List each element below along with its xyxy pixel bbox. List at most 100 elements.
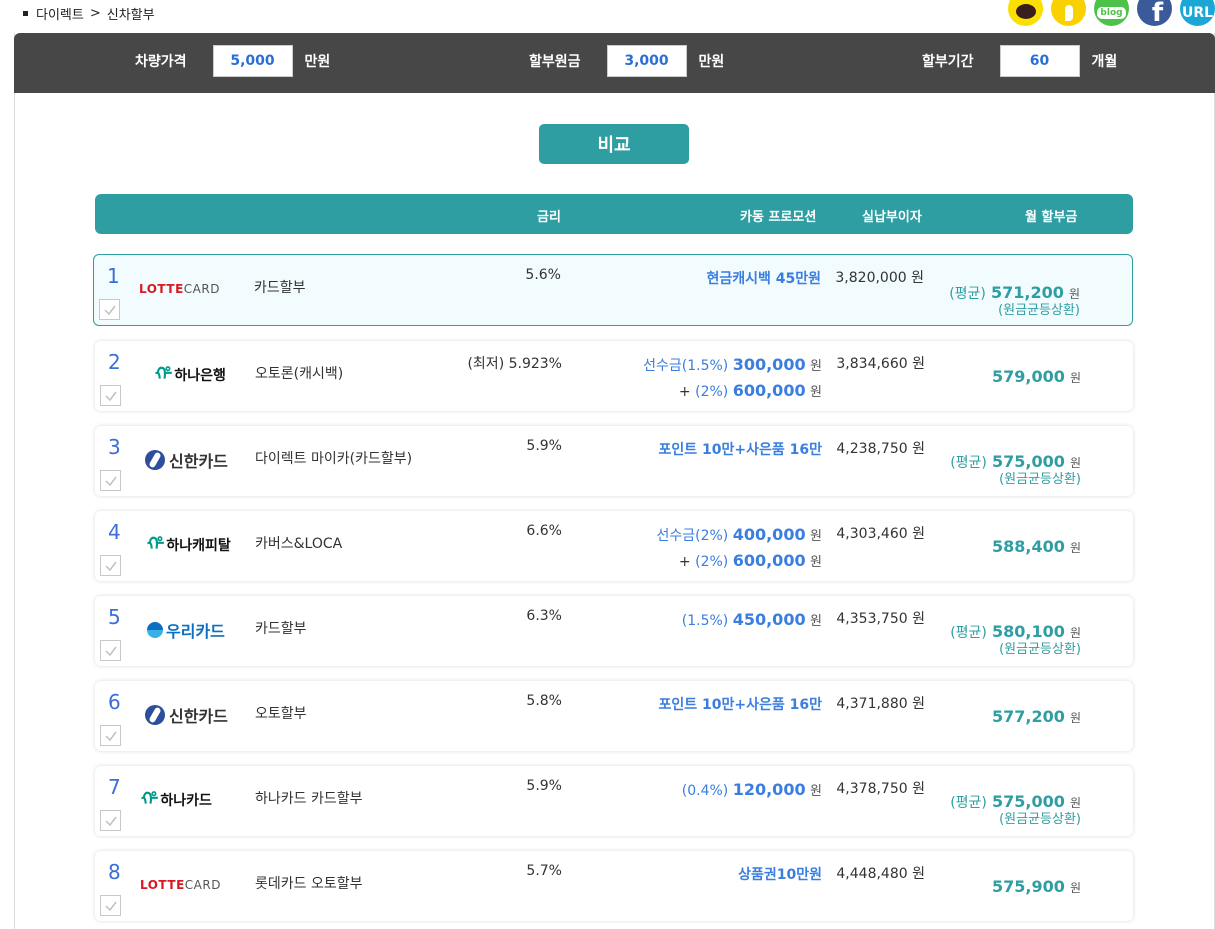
product-name[interactable]: 롯데카드 오토할부 xyxy=(255,873,363,893)
product-name[interactable]: 오토론(캐시백) xyxy=(255,363,343,383)
monthly-payment: 579,000 원 xyxy=(991,367,1081,386)
row-number: 1 xyxy=(107,264,120,288)
monthly-payment: (평균) 575,000 원 (원금균등상환) xyxy=(950,792,1081,827)
monthly-payment: (평균) 580,100 원 (원금균등상환) xyxy=(950,622,1081,657)
term-input[interactable]: 60 xyxy=(999,45,1080,77)
table-row[interactable]: 7 ᡥ 하나카드 하나카드 카드할부 5.9% (0.4%) 120,000 원 … xyxy=(95,766,1133,836)
monthly-payment: 575,900 원 xyxy=(991,877,1081,896)
car-price-field: 차량가격 5,000 만원 xyxy=(135,45,330,77)
promotion: 포인트 10만+사은품 16만 xyxy=(658,442,822,458)
promotion: 현금캐시백 45만원 xyxy=(706,271,821,287)
monthly-payment: (평균) 575,000 원 (원금균등상환) xyxy=(950,452,1081,487)
bullet-icon xyxy=(23,11,28,16)
facebook-icon[interactable]: f xyxy=(1137,0,1172,26)
product-name[interactable]: 하나카드 카드할부 xyxy=(255,788,363,808)
product-name[interactable]: 카드할부 xyxy=(254,277,306,297)
promotion: (1.5%) 450,000 원 xyxy=(681,610,822,629)
shinhancard-logo: 신한카드 xyxy=(145,448,228,472)
promotion: (0.4%) 120,000 원 xyxy=(681,780,822,799)
row-number: 3 xyxy=(108,435,121,459)
monthly-payment: (평균) 571,200 원 (원금균등상환) xyxy=(949,283,1080,318)
url-icon[interactable]: URL xyxy=(1180,0,1215,26)
product-name[interactable]: 카드할부 xyxy=(255,618,307,638)
promotion: 상품권10만원 xyxy=(738,867,822,883)
total-interest: 4,371,880 원 xyxy=(836,696,925,712)
wooricard-logo: 우리카드 xyxy=(147,618,225,642)
term-unit: 개월 xyxy=(1091,54,1118,70)
promotion: 선수금(2%) 400,000 원 + (2%) 600,000 원 xyxy=(656,525,822,570)
table-row[interactable]: 5 우리카드 카드할부 6.3% (1.5%) 450,000 원 4,353,… xyxy=(95,596,1133,666)
header-interest: 실납부이자 xyxy=(862,210,922,225)
kakaotalk-icon[interactable] xyxy=(1008,0,1043,26)
row-number: 7 xyxy=(108,775,121,799)
row-checkbox[interactable] xyxy=(100,895,121,916)
row-checkbox[interactable] xyxy=(100,555,121,576)
breadcrumb-separator: > xyxy=(89,6,101,21)
hanacapital-logo: ᡥ 하나캐피탈 xyxy=(147,534,231,555)
header-monthly: 월 할부금 xyxy=(1025,210,1078,225)
monthly-payment: 588,400 원 xyxy=(991,537,1081,556)
row-number: 8 xyxy=(108,860,121,884)
total-interest: 3,834,660 원 xyxy=(836,356,925,372)
table-row[interactable]: 3 신한카드 다이렉트 마이카(카드할부) 5.9% 포인트 10만+사은품 1… xyxy=(95,426,1133,496)
row-checkbox[interactable] xyxy=(100,725,121,746)
interest-rate: 5.6% xyxy=(525,267,561,283)
row-number: 5 xyxy=(108,605,121,629)
interest-rate: 6.6% xyxy=(526,523,562,539)
table-row[interactable]: 8 LOTTECARD 롯데카드 오토할부 5.7% 상품권10만원 4,448… xyxy=(95,851,1133,921)
monthly-payment: 577,200 원 xyxy=(991,707,1081,726)
hanacard-logo: ᡥ 하나카드 xyxy=(141,789,212,810)
table-row[interactable]: 6 신한카드 오토할부 5.8% 포인트 10만+사은품 16만 4,371,8… xyxy=(95,681,1133,751)
total-interest: 3,820,000 원 xyxy=(835,270,924,286)
row-checkbox[interactable] xyxy=(99,299,120,320)
row-number: 2 xyxy=(108,350,121,374)
interest-rate: 6.3% xyxy=(526,608,562,624)
total-interest: 4,353,750 원 xyxy=(836,611,925,627)
total-interest: 4,448,480 원 xyxy=(836,866,925,882)
interest-rate: 5.8% xyxy=(526,693,562,709)
product-name[interactable]: 오토할부 xyxy=(255,703,307,723)
product-name[interactable]: 다이렉트 마이카(카드할부) xyxy=(255,448,412,468)
lottecard-logo: LOTTECARD xyxy=(140,878,221,892)
principal-unit: 만원 xyxy=(698,54,725,70)
breadcrumb-home[interactable]: 다이렉트 xyxy=(36,4,84,23)
principal-field: 할부원금 3,000 만원 xyxy=(529,45,724,77)
car-price-label: 차량가격 xyxy=(135,54,187,70)
principal-input[interactable]: 3,000 xyxy=(606,45,687,77)
header-promo: 카동 프로모션 xyxy=(740,210,817,225)
hanabank-logo: ᡥ 하나은행 xyxy=(155,364,226,385)
car-price-unit: 만원 xyxy=(304,54,331,70)
total-interest: 4,238,750 원 xyxy=(836,441,925,457)
row-checkbox[interactable] xyxy=(100,810,121,831)
interest-rate: (최저) 5.923% xyxy=(467,356,562,372)
promotion: 포인트 10만+사은품 16만 xyxy=(658,697,822,713)
share-icons: blog f URL xyxy=(1008,0,1215,35)
breadcrumb-current: 신차할부 xyxy=(106,8,155,23)
table-row[interactable]: 2 ᡥ 하나은행 오토론(캐시백) (최저) 5.923% 선수금(1.5%) 3… xyxy=(95,341,1133,411)
shinhancard-logo: 신한카드 xyxy=(145,703,228,727)
input-bar: 차량가격 5,000 만원 할부원금 3,000 만원 할부기간 60 개월 xyxy=(14,33,1215,93)
breadcrumb: 다이렉트 > 신차할부 xyxy=(23,4,155,23)
product-name[interactable]: 카버스&LOCA xyxy=(255,533,342,553)
row-checkbox[interactable] xyxy=(100,385,121,406)
interest-rate: 5.9% xyxy=(526,778,562,794)
term-field: 할부기간 60 개월 xyxy=(922,45,1117,77)
lottecard-logo: LOTTECARD xyxy=(139,282,220,296)
total-interest: 4,303,460 원 xyxy=(836,526,925,542)
kakaostory-icon[interactable] xyxy=(1051,0,1086,26)
car-price-input[interactable]: 5,000 xyxy=(212,45,293,77)
blog-icon[interactable]: blog xyxy=(1094,0,1129,26)
row-number: 6 xyxy=(108,690,121,714)
table-header: 금리 카동 프로모션 실납부이자 월 할부금 xyxy=(95,194,1133,234)
row-checkbox[interactable] xyxy=(100,640,121,661)
interest-rate: 5.9% xyxy=(526,438,562,454)
term-label: 할부기간 xyxy=(922,54,974,70)
row-checkbox[interactable] xyxy=(100,470,121,491)
table-row[interactable]: 4 ᡥ 하나캐피탈 카버스&LOCA 6.6% 선수금(2%) 400,000 원… xyxy=(95,511,1133,581)
table-row[interactable]: 1 LOTTECARD 카드할부 5.6% 현금캐시백 45만원 3,820,0… xyxy=(93,254,1133,326)
principal-label: 할부원금 xyxy=(529,54,581,70)
promotion: 선수금(1.5%) 300,000 원 + (2%) 600,000 원 xyxy=(643,355,822,400)
total-interest: 4,378,750 원 xyxy=(836,781,925,797)
compare-button[interactable]: 비교 xyxy=(539,124,689,164)
interest-rate: 5.7% xyxy=(526,863,562,879)
